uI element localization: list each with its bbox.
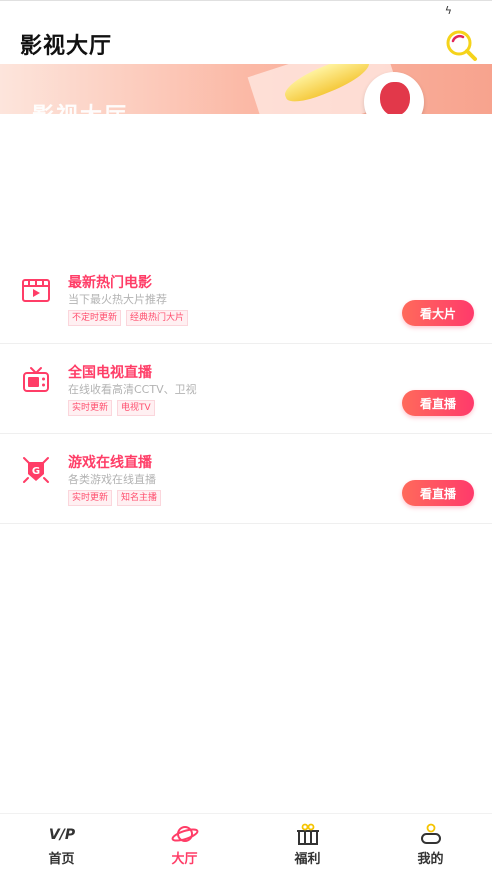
game-icon: G — [23, 457, 49, 483]
item-description: 各类游戏在线直播 — [68, 473, 156, 486]
item-description: 当下最火热大片推荐 — [68, 293, 167, 306]
banner[interactable]: 影视大厅 — [0, 64, 492, 114]
tag: 电视TV — [117, 400, 155, 416]
feature-list: 最新热门电影 当下最火热大片推荐 不定时更新 经典热门大片 看大片 全国电视直播… — [0, 254, 492, 524]
tab-mine[interactable]: 我的 — [369, 814, 492, 875]
movie-icon — [22, 279, 50, 302]
tag: 经典热门大片 — [126, 310, 189, 326]
banner-text: 影视大厅 — [32, 98, 128, 114]
watch-game-live-button[interactable]: 看直播 — [402, 480, 474, 506]
status-bar: ϟ — [0, 0, 492, 22]
tag: 知名主播 — [117, 490, 162, 506]
planet-icon — [171, 826, 198, 842]
svg-text:V/P: V/P — [48, 827, 75, 843]
vip-icon: V/P — [48, 827, 75, 843]
list-item-tv[interactable]: 全国电视直播 在线收看高清CCTV、卫视 实时更新 电视TV 看直播 — [0, 344, 492, 434]
tab-hall[interactable]: 大厅 — [123, 814, 246, 875]
item-title: 全国电视直播 — [68, 365, 152, 381]
item-tags: 不定时更新 经典热门大片 — [68, 310, 189, 326]
lightning-icon: ϟ — [444, 4, 452, 17]
item-title: 最新热门电影 — [68, 275, 152, 291]
list-item-games[interactable]: G 游戏在线直播 各类游戏在线直播 实时更新 知名主播 看直播 — [0, 434, 492, 524]
watch-movies-button[interactable]: 看大片 — [402, 300, 474, 326]
svg-text:G: G — [32, 466, 40, 477]
strawberry-image — [380, 82, 410, 114]
header: 影视大厅 — [0, 22, 492, 64]
bottom-tab-bar: V/P 首页 大厅 福利 我的 — [0, 813, 492, 875]
page-title: 影视大厅 — [20, 34, 113, 59]
tab-label: 我的 — [417, 852, 444, 867]
list-item-movies[interactable]: 最新热门电影 当下最火热大片推荐 不定时更新 经典热门大片 看大片 — [0, 254, 492, 344]
item-tags: 实时更新 知名主播 — [68, 490, 162, 506]
item-description: 在线收看高清CCTV、卫视 — [68, 383, 197, 396]
tab-home[interactable]: V/P 首页 — [0, 814, 123, 875]
tab-label: 首页 — [48, 852, 75, 867]
tab-label: 福利 — [294, 852, 321, 867]
user-icon — [420, 823, 441, 844]
tv-icon — [23, 367, 49, 392]
item-title: 游戏在线直播 — [68, 455, 152, 471]
search-icon[interactable] — [444, 28, 478, 62]
tag: 实时更新 — [68, 490, 113, 506]
item-tags: 实时更新 电视TV — [68, 400, 155, 416]
watch-tv-live-button[interactable]: 看直播 — [402, 390, 474, 416]
gift-icon — [296, 823, 319, 845]
tab-label: 大厅 — [171, 852, 198, 867]
tab-welfare[interactable]: 福利 — [246, 814, 369, 875]
tag: 不定时更新 — [68, 310, 122, 326]
tag: 实时更新 — [68, 400, 113, 416]
